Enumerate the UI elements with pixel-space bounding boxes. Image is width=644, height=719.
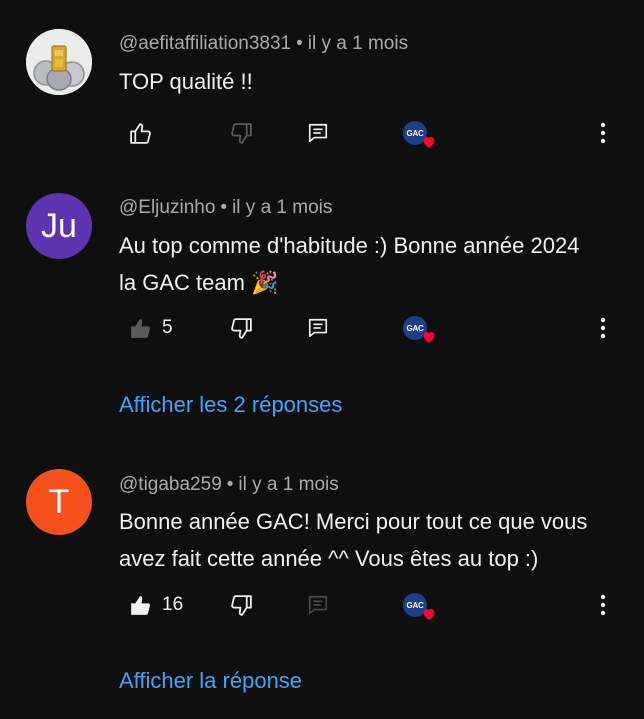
comment-text-line: la GAC team 🎉 <box>119 270 279 295</box>
meta-separator: • <box>226 474 234 495</box>
comment-actions: 16 GAC <box>0 585 644 625</box>
comment-time: il y a 1 mois <box>238 474 339 495</box>
comment-time: il y a 1 mois <box>232 197 333 218</box>
comment-meta: @Eljuzinho • il y a 1 mois <box>119 197 332 219</box>
comment-text: Au top comme d'habitude :) Bonne année 2… <box>119 227 619 301</box>
comment-meta: @aefitaffiliation3831 • il y a 1 mois <box>119 33 408 55</box>
show-replies-link[interactable]: Afficher les 2 réponses <box>119 392 342 418</box>
thumb-down-icon <box>231 594 252 616</box>
reply-button[interactable] <box>307 308 329 348</box>
comment-actions: 5 GAC <box>0 308 644 348</box>
comment-text: Bonne année GAC! Merci pour tout ce que … <box>119 503 619 577</box>
more-options-button[interactable] <box>595 585 611 625</box>
reply-button[interactable] <box>307 113 329 153</box>
like-button[interactable]: 16 <box>128 585 183 625</box>
like-count: 16 <box>162 594 184 615</box>
comment-actions: GAC <box>0 113 644 153</box>
author-name[interactable]: @Eljuzinho <box>119 197 215 218</box>
avatar[interactable]: Ju <box>26 193 92 259</box>
heart-icon <box>423 609 435 620</box>
heart-icon <box>423 332 435 343</box>
more-options-button[interactable] <box>595 308 611 348</box>
creator-heart-badge: GAC <box>403 308 443 348</box>
gold-coins-avatar-image <box>26 29 92 95</box>
heart-icon <box>423 137 435 148</box>
more-vert-icon <box>600 594 606 616</box>
reply-icon <box>308 595 328 615</box>
comment-meta: @tigaba259 • il y a 1 mois <box>119 474 339 496</box>
dislike-button[interactable] <box>229 113 254 153</box>
more-options-button[interactable] <box>595 113 611 153</box>
meta-separator: • <box>220 197 228 218</box>
show-replies-link[interactable]: Afficher la réponse <box>119 668 302 694</box>
like-button[interactable]: 5 <box>128 308 173 348</box>
creator-heart-badge: GAC <box>403 113 443 153</box>
thumb-up-icon <box>131 318 150 338</box>
avatar-initials: T <box>48 482 70 521</box>
thumb-up-icon <box>131 595 150 615</box>
avatar-initials: Ju <box>41 206 77 245</box>
comment-text-line: Au top comme d'habitude :) Bonne année 2… <box>119 233 580 258</box>
avatar[interactable]: T <box>26 469 92 535</box>
comment-text: TOP qualité !! <box>119 63 619 100</box>
thumb-down-icon <box>231 317 252 339</box>
dislike-button[interactable] <box>229 308 254 348</box>
reply-icon <box>308 123 328 143</box>
dislike-button[interactable] <box>229 585 254 625</box>
creator-heart-badge: GAC <box>403 585 443 625</box>
thumb-up-icon <box>130 122 151 144</box>
thumb-down-icon <box>231 122 252 144</box>
like-button[interactable] <box>128 113 153 153</box>
author-name[interactable]: @aefitaffiliation3831 <box>119 33 291 54</box>
comment-time: il y a 1 mois <box>307 33 409 54</box>
avatar[interactable] <box>26 29 92 95</box>
comment-text-line: TOP qualité !! <box>119 69 253 94</box>
meta-separator: • <box>296 33 303 54</box>
reply-button[interactable] <box>307 585 329 625</box>
more-vert-icon <box>600 122 606 144</box>
comment-text-line: Bonne année GAC! Merci pour tout ce que … <box>119 509 588 534</box>
like-count: 5 <box>162 317 173 338</box>
reply-icon <box>308 318 328 338</box>
author-name[interactable]: @tigaba259 <box>119 474 222 495</box>
comment-text-line: avez fait cette année ^^ Vous êtes au to… <box>119 546 539 571</box>
more-vert-icon <box>600 317 606 339</box>
